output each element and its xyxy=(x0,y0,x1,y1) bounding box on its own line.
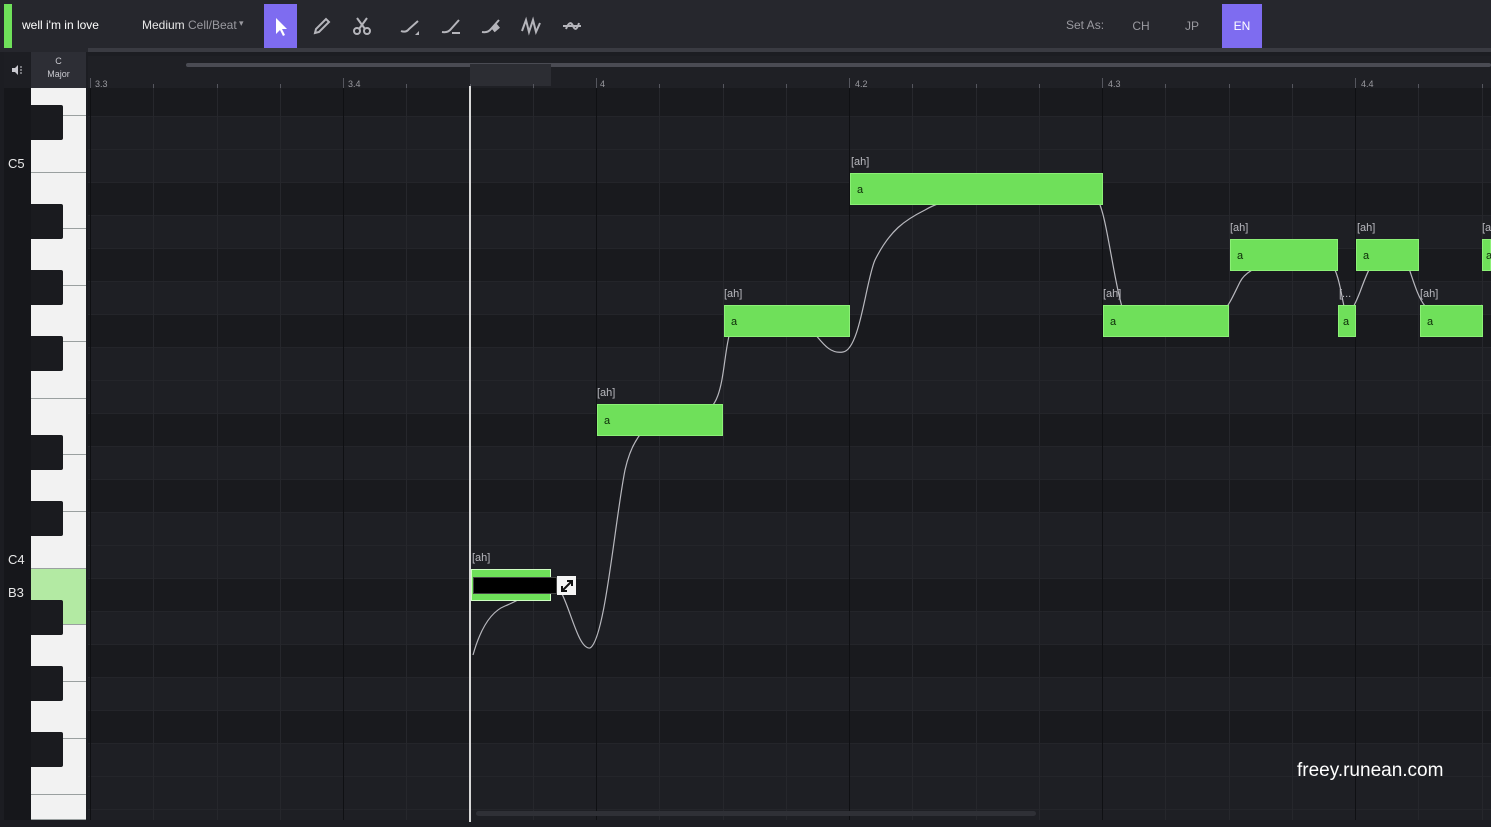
note-block[interactable]: a xyxy=(1338,305,1356,337)
note-phoneme: [ah] xyxy=(597,387,616,399)
note-phoneme: [ah] xyxy=(1103,288,1122,300)
note-lyric: a xyxy=(731,316,738,328)
note-block[interactable]: a xyxy=(850,173,1103,205)
note-block[interactable]: a xyxy=(1103,305,1229,337)
watermark: freey.runean.com xyxy=(1297,760,1444,781)
note-lyric: a xyxy=(1363,250,1370,262)
note-block[interactable]: a xyxy=(724,305,850,337)
note-lyric: a xyxy=(1427,316,1434,328)
note-phoneme: [a xyxy=(1482,222,1491,234)
note-block[interactable]: a xyxy=(1230,239,1338,271)
note-lyric: a xyxy=(1343,316,1350,328)
note-phoneme: [ah] xyxy=(851,156,870,168)
note-lyric: a xyxy=(1110,316,1117,328)
note-phoneme: [ah] xyxy=(1357,222,1376,234)
playhead-line[interactable] xyxy=(469,86,471,822)
note-phoneme: [ah] xyxy=(472,552,491,564)
bottom-scrollbar[interactable] xyxy=(476,811,1036,816)
pitch-curve xyxy=(472,185,1483,656)
note-lyric: a xyxy=(857,184,864,196)
expand-icon[interactable] xyxy=(557,576,576,595)
note-phoneme: [... xyxy=(1339,288,1352,300)
lyric-input[interactable] xyxy=(473,577,557,594)
note-lyric: a xyxy=(1486,250,1491,262)
note-phoneme: [ah] xyxy=(1230,222,1249,234)
note-lyric: a xyxy=(604,415,611,427)
note-block[interactable]: a xyxy=(1482,239,1491,271)
note-block[interactable]: a xyxy=(597,404,723,436)
note-block[interactable]: a xyxy=(1420,305,1483,337)
note-phoneme: [ah] xyxy=(1420,288,1439,300)
note-lyric: a xyxy=(1237,250,1244,262)
note-block[interactable]: a xyxy=(1356,239,1419,271)
note-phoneme: [ah] xyxy=(724,288,743,300)
